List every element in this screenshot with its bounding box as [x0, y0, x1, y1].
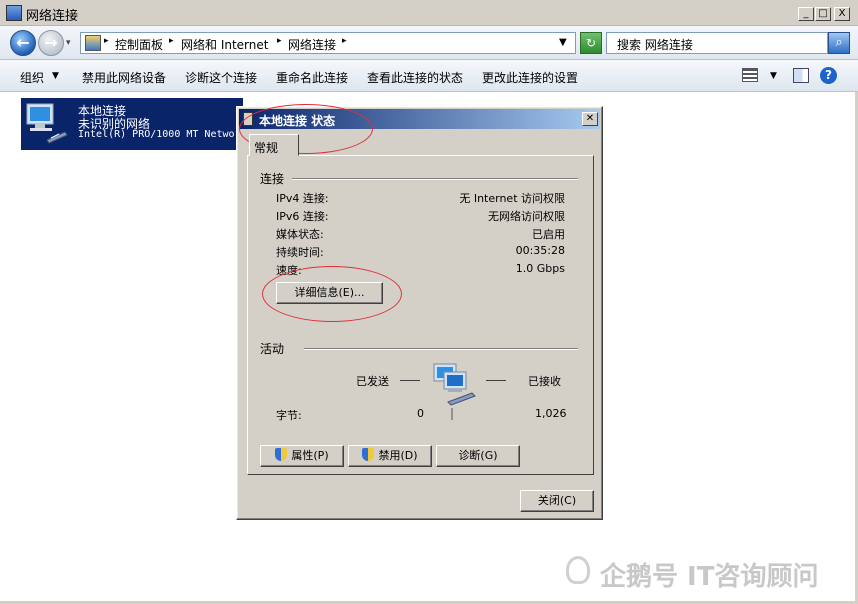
breadcrumb-network-connections[interactable]: 网络连接 — [288, 36, 336, 53]
ipv6-label: IPv6 连接: — [276, 210, 329, 223]
search-icon[interactable]: ⌕ — [828, 32, 850, 54]
preview-pane-icon[interactable] — [793, 68, 809, 83]
activity-group-label: 活动 — [260, 342, 285, 356]
refresh-icon[interactable]: ↻ — [580, 32, 602, 54]
media-state-value: 已启用 — [532, 228, 565, 241]
duration-value: 00:35:28 — [515, 244, 565, 257]
view-status-command[interactable]: 查看此连接的状态 — [367, 69, 463, 86]
penguin-logo-icon — [566, 556, 590, 584]
annotation-circle-details — [262, 266, 402, 322]
duration-label: 持续时间: — [276, 246, 324, 259]
minimize-button[interactable]: _ — [798, 7, 814, 21]
tab-general[interactable]: 常规 — [249, 134, 299, 156]
media-state-label: 媒体状态: — [276, 228, 324, 241]
address-dropdown-icon[interactable]: ▼ — [559, 37, 567, 48]
bytes-sent-value: 0 — [417, 407, 424, 420]
activity-group-divider — [304, 348, 578, 350]
breadcrumb[interactable]: ▸ 控制面板 ▸ 网络和 Internet ▸ 网络连接 ▸ ▼ — [80, 32, 576, 54]
connection-adapter: Intel(R) PRO/1000 MT Network — [78, 129, 247, 140]
diagnose-command[interactable]: 诊断这个连接 — [185, 69, 257, 86]
connection-group-label: 连接 — [260, 172, 285, 186]
connection-item[interactable]: 本地连接 未识别的网络 Intel(R) PRO/1000 MT Network — [21, 98, 247, 150]
search-placeholder: 搜索 网络连接 — [617, 38, 693, 52]
breadcrumb-control-panel[interactable]: 控制面板 — [115, 36, 163, 53]
connection-group-divider — [292, 178, 578, 180]
dialog-close-button[interactable]: ✕ — [582, 112, 598, 126]
ipv4-label: IPv4 连接: — [276, 192, 329, 205]
rename-command[interactable]: 重命名此连接 — [276, 69, 348, 86]
back-arrow-icon[interactable]: ← — [10, 30, 36, 56]
address-bar: ← → ▾ ▸ 控制面板 ▸ 网络和 Internet ▸ 网络连接 ▸ ▼ ↻… — [0, 26, 858, 60]
breadcrumb-network-internet[interactable]: 网络和 Internet — [181, 36, 268, 53]
uac-shield-icon — [362, 448, 375, 461]
uac-shield-icon — [275, 448, 288, 461]
title-bar: 网络连接 _ □ X — [0, 0, 858, 26]
received-label: 已接收 — [528, 375, 561, 388]
tab-general-label: 常规 — [254, 141, 279, 155]
dialog-close-text-button[interactable]: 关闭(C) — [520, 490, 594, 512]
watermark-text: 企鹅号 IT咨询顾问 — [600, 562, 819, 592]
view-options-icon[interactable] — [742, 68, 758, 82]
organize-menu[interactable]: 组织 — [20, 69, 44, 86]
help-icon[interactable]: ? — [820, 67, 837, 84]
speed-value: 1.0 Gbps — [515, 262, 565, 275]
received-line — [486, 380, 506, 381]
activity-computers-icon — [433, 363, 476, 420]
sent-label: 已发送 — [356, 375, 389, 388]
network-folder-icon — [6, 5, 22, 21]
bytes-received-value: 1,026 — [535, 407, 567, 420]
view-chevron-down-icon[interactable]: ▼ — [770, 71, 777, 81]
diagnose-button[interactable]: 诊断(G) — [436, 445, 520, 467]
close-button[interactable]: X — [834, 7, 850, 21]
network-computer-icon — [26, 103, 68, 144]
command-bar: 组织 ▼ 禁用此网络设备 诊断这个连接 重命名此连接 查看此连接的状态 更改此连… — [0, 60, 858, 92]
ipv6-value: 无网络访问权限 — [488, 210, 565, 223]
search-input[interactable]: 搜索 网络连接 — [606, 32, 828, 54]
history-chevron-down-icon[interactable]: ▾ — [66, 38, 71, 48]
maximize-button[interactable]: □ — [815, 7, 831, 21]
properties-button[interactable]: 属性(P) — [260, 445, 344, 467]
ipv4-value: 无 Internet 访问权限 — [459, 192, 565, 205]
control-panel-icon — [85, 35, 101, 51]
organize-chevron-down-icon[interactable]: ▼ — [52, 71, 59, 81]
sent-line — [400, 380, 420, 381]
window-title: 网络连接 — [26, 9, 79, 24]
forward-arrow-icon[interactable]: → — [38, 30, 64, 56]
disable-device-command[interactable]: 禁用此网络设备 — [82, 69, 166, 86]
disable-button[interactable]: 禁用(D) — [348, 445, 432, 467]
change-settings-command[interactable]: 更改此连接的设置 — [482, 69, 578, 86]
bytes-label: 字节: — [276, 409, 302, 422]
